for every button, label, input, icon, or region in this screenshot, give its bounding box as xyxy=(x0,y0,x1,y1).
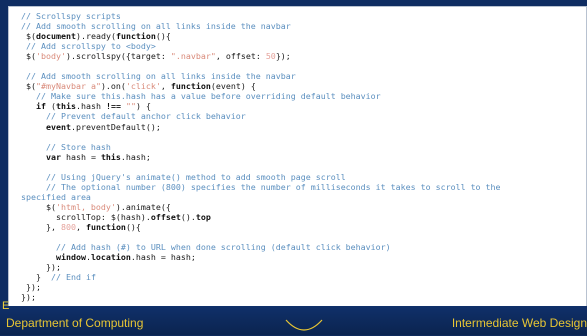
code-line: $('body').scrollspy({target: ".navbar", … xyxy=(21,51,501,61)
code-line: }, 800, function(){ xyxy=(21,222,501,232)
code-token: .hash; xyxy=(120,151,151,162)
code-token: 'click' xyxy=(125,81,161,92)
code-token: ).on( xyxy=(100,81,126,92)
code-token: (event) { xyxy=(210,81,256,92)
code-line: scrollTop: $(hash).offset().top xyxy=(21,212,501,222)
code-token: specified area xyxy=(21,191,91,202)
code-token: // Add smooth scrolling on all links ins… xyxy=(21,21,291,32)
code-token: // End if xyxy=(45,272,96,283)
code-token: }); xyxy=(21,282,41,293)
code-token: ".navbar" xyxy=(170,51,216,62)
code-line: // Make sure this.hash has a value befor… xyxy=(21,91,501,101)
code-token: function xyxy=(85,221,126,232)
code-token: .preventDefault(); xyxy=(70,121,161,132)
code-token: offset xyxy=(150,211,181,222)
code-line: // Add smooth scrolling on all links ins… xyxy=(21,21,501,31)
code-token: !== xyxy=(105,101,121,112)
code-line: // The optional number (800) specifies t… xyxy=(21,182,501,192)
code-line: // Prevent default anchor click behavior xyxy=(21,111,501,121)
code-token: }); xyxy=(21,262,61,273)
code-token: "#myNavbar a" xyxy=(36,81,101,92)
code-token: // Using jQuery's animate() method to ad… xyxy=(21,171,346,182)
code-line: }); xyxy=(21,262,501,272)
footer-initial: E xyxy=(2,300,10,312)
code-line: specified area xyxy=(21,192,501,202)
code-token: $( xyxy=(21,31,36,42)
code-line: // Using jQuery's animate() method to ad… xyxy=(21,172,501,182)
code-token: , offset: xyxy=(215,51,266,62)
code-token: $( xyxy=(21,51,36,62)
code-token: window xyxy=(21,252,86,263)
footer-department: Department of Computing xyxy=(6,316,144,330)
code-token: // Make sure this.hash has a value befor… xyxy=(21,91,381,102)
code-token: var xyxy=(21,151,61,162)
code-token: // Add hash (#) to URL when done scrolli… xyxy=(21,242,391,253)
code-token: 'body' xyxy=(36,51,66,62)
code-token: document xyxy=(36,31,76,42)
code-token: 50 xyxy=(265,51,276,62)
code-line: window.location.hash = hash; xyxy=(21,252,501,262)
code-line: $(document).ready(function(){ xyxy=(21,31,501,41)
code-token: scrollTop: $(hash). xyxy=(21,211,151,222)
footer-course: Intermediate Web Design xyxy=(451,316,587,330)
code-token: }); xyxy=(275,51,291,62)
code-line: // Scrollspy scripts xyxy=(21,11,501,21)
code-token: hash = xyxy=(60,151,101,162)
code-screenshot: // Scrollspy scripts// Add smooth scroll… xyxy=(8,6,587,310)
code-token: (){ xyxy=(125,221,141,232)
code-token: // Scrollspy scripts xyxy=(21,11,121,21)
code-line: $("#myNavbar a").on('click', function(ev… xyxy=(21,81,501,91)
code-token: } xyxy=(21,272,46,283)
code-token: 'html, body' xyxy=(55,201,116,212)
code-line: // Add hash (#) to URL when done scrolli… xyxy=(21,242,501,252)
code-line: }); xyxy=(21,282,501,292)
code-token: 800 xyxy=(60,221,76,232)
code-token: // Prevent default anchor click behavior xyxy=(21,111,246,122)
code-line: }); xyxy=(21,292,501,302)
code-token: if xyxy=(21,101,46,112)
code-token: (). xyxy=(180,211,196,222)
code-token: ( xyxy=(45,101,56,112)
code-token: .hash xyxy=(75,101,106,112)
code-token: , xyxy=(75,221,86,232)
code-token: $( xyxy=(21,201,56,212)
code-token: ). xyxy=(75,31,86,42)
code-line: } // End if xyxy=(21,272,501,282)
code-line: // Store hash xyxy=(21,142,501,152)
code-token: $( xyxy=(21,81,36,92)
code-token: // Add scrollspy to <body> xyxy=(21,41,156,52)
code-token: this xyxy=(100,151,121,162)
code-token: "" xyxy=(125,101,136,112)
code-block: // Scrollspy scripts// Add smooth scroll… xyxy=(21,11,501,302)
code-token: // The optional number (800) specifies t… xyxy=(21,181,501,192)
code-token: // Store hash xyxy=(21,141,111,152)
code-line: if (this.hash !== "") { xyxy=(21,101,501,111)
code-token: }, xyxy=(21,221,61,232)
code-token: function xyxy=(170,81,211,92)
code-token: this xyxy=(55,101,76,112)
code-line: event.preventDefault(); xyxy=(21,122,501,132)
code-token: (){ xyxy=(155,31,171,42)
code-token: event xyxy=(21,121,71,132)
code-token: top xyxy=(195,211,211,222)
code-token: function xyxy=(115,31,156,42)
code-token: }); xyxy=(21,292,36,303)
code-token: ready( xyxy=(85,31,116,42)
code-line: // Add scrollspy to <body> xyxy=(21,41,501,51)
code-line: var hash = this.hash; xyxy=(21,152,501,162)
code-token: .hash = hash; xyxy=(130,252,196,263)
code-line: // Add smooth scrolling on all links ins… xyxy=(21,71,501,81)
code-token: ) { xyxy=(135,101,151,112)
code-token: ).animate({ xyxy=(115,201,171,212)
emblem-icon xyxy=(285,319,323,331)
code-token: , xyxy=(160,81,171,92)
code-token: location xyxy=(90,252,131,263)
code-token: // Add smooth scrolling on all links ins… xyxy=(21,71,296,82)
code-token: ).scrollspy({target: xyxy=(65,51,171,62)
code-line: $('html, body').animate({ xyxy=(21,202,501,212)
